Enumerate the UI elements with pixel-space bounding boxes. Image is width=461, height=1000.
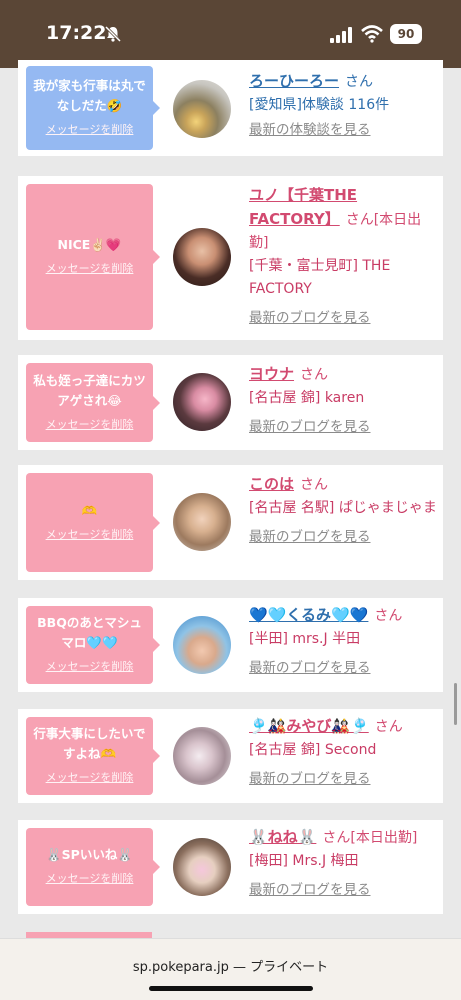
view-latest-link[interactable]: 最新のブログを見る bbox=[249, 416, 437, 439]
bell-muted-icon bbox=[104, 25, 122, 43]
view-latest-link[interactable]: 最新のブログを見る bbox=[249, 768, 437, 791]
list-item: 🫶 メッセージを削除 このは さん [名古屋 名駅] ぱじゃまじゃま 最新のブログ… bbox=[18, 465, 443, 580]
user-name-link[interactable]: ヨウナ bbox=[249, 365, 294, 383]
location-text: [名古屋 錦] Second bbox=[249, 742, 377, 758]
location-text: [千葉・富士見町] THE FACTORY bbox=[249, 258, 391, 297]
honorific: さん bbox=[300, 367, 329, 383]
list-item: 行事大事にしたいですよね🫶 メッセージを削除 🎐🎎みやび🎎🎐 さん [名古屋 錦]… bbox=[18, 709, 443, 803]
location-text: [愛知県]体験談 116件 bbox=[249, 97, 390, 113]
view-latest-link[interactable]: 最新の体験談を見る bbox=[249, 119, 437, 142]
message-bubble: 我が家も行事は丸でなしだた🤣 メッセージを削除 bbox=[26, 66, 160, 150]
user-name-link[interactable]: ろーひーろー bbox=[249, 72, 339, 90]
cellular-signal-icon bbox=[330, 27, 352, 43]
list-item: 🐰SPいいね🐰 メッセージを削除 🐰ねね🐰 さん[本日出勤] [梅田] Mrs.J… bbox=[18, 820, 443, 914]
avatar[interactable] bbox=[173, 373, 231, 431]
avatar[interactable] bbox=[173, 616, 231, 674]
url-text: sp.pokepara.jp — プライベート bbox=[132, 960, 329, 975]
message-text: 🐰SPいいね🐰 bbox=[46, 847, 133, 862]
view-latest-link[interactable]: 最新のブログを見る bbox=[249, 879, 437, 902]
location-text: [梅田] Mrs.J 梅田 bbox=[249, 853, 359, 869]
status-time: 17:22 bbox=[46, 22, 107, 44]
avatar[interactable] bbox=[173, 228, 231, 286]
location-text: [名古屋 名駅] ぱじゃまじゃま bbox=[249, 500, 437, 516]
list-item: BBQのあとマシュマロ🩵🩵 メッセージを削除 💙🩵くるみ🩵💙 さん [半田] mr… bbox=[18, 598, 443, 692]
honorific: さん[本日出勤] bbox=[322, 830, 418, 846]
message-text: NICE✌🏻💗 bbox=[57, 237, 122, 252]
message-bubble: BBQのあとマシュマロ🩵🩵 メッセージを削除 bbox=[26, 606, 160, 684]
message-text: 我が家も行事は丸でなしだた🤣 bbox=[33, 78, 146, 113]
avatar[interactable] bbox=[173, 80, 231, 138]
list-item: 我が家も行事は丸でなしだた🤣 メッセージを削除 ろーひーろー さん [愛知県]体験… bbox=[18, 60, 443, 156]
message-text: 私も姪っ子達にカツアゲされ😂 bbox=[33, 372, 146, 408]
honorific: さん bbox=[374, 719, 403, 735]
delete-message-link[interactable]: メッセージを削除 bbox=[46, 415, 134, 435]
honorific: さん bbox=[300, 477, 329, 493]
avatar[interactable] bbox=[173, 727, 231, 785]
delete-message-link[interactable]: メッセージを削除 bbox=[46, 768, 134, 788]
user-name-link[interactable]: 🎐🎎みやび🎎🎐 bbox=[249, 717, 369, 735]
avatar[interactable] bbox=[173, 838, 231, 896]
view-latest-link[interactable]: 最新のブログを見る bbox=[249, 526, 437, 549]
user-name-link[interactable]: 💙🩵くるみ🩵💙 bbox=[249, 606, 368, 624]
view-latest-link[interactable]: 最新のブログを見る bbox=[249, 657, 437, 680]
message-bubble: NICE✌🏻💗 メッセージを削除 bbox=[26, 184, 160, 330]
message-text: 🫶 bbox=[81, 502, 98, 518]
message-bubble: 🐰SPいいね🐰 メッセージを削除 bbox=[26, 828, 160, 906]
delete-message-link[interactable]: メッセージを削除 bbox=[46, 259, 134, 279]
view-latest-link[interactable]: 最新のブログを見る bbox=[249, 307, 437, 330]
battery-indicator: 90 bbox=[390, 24, 422, 44]
user-name-link[interactable]: 🐰ねね🐰 bbox=[249, 828, 316, 846]
avatar[interactable] bbox=[173, 493, 231, 551]
list-item: NICE✌🏻💗 メッセージを削除 ユノ【千葉THE FACTORY】 さん[本日出… bbox=[18, 176, 443, 340]
honorific: さん bbox=[345, 74, 374, 90]
home-indicator[interactable] bbox=[149, 986, 313, 991]
location-text: [半田] mrs.J 半田 bbox=[249, 631, 361, 647]
delete-message-link[interactable]: メッセージを削除 bbox=[46, 120, 134, 140]
message-text: 行事大事にしたいですよね🫶 bbox=[33, 726, 146, 761]
honorific: さん bbox=[374, 608, 403, 624]
message-bubble: 🫶 メッセージを削除 bbox=[26, 473, 160, 572]
status-bar: 17:22 90 bbox=[0, 0, 461, 68]
delete-message-link[interactable]: メッセージを削除 bbox=[46, 525, 134, 545]
user-name-link[interactable]: ユノ【千葉THE FACTORY】 bbox=[249, 186, 357, 228]
delete-message-link[interactable]: メッセージを削除 bbox=[46, 869, 134, 889]
message-bubble: 行事大事にしたいですよね🫶 メッセージを削除 bbox=[26, 717, 160, 795]
wifi-icon bbox=[361, 25, 383, 43]
delete-message-link[interactable]: メッセージを削除 bbox=[46, 657, 134, 677]
location-text: [名古屋 錦] karen bbox=[249, 390, 365, 406]
user-name-link[interactable]: このは bbox=[249, 475, 294, 493]
message-bubble: 私も姪っ子達にカツアゲされ😂 メッセージを削除 bbox=[26, 363, 160, 442]
message-text: BBQのあとマシュマロ🩵🩵 bbox=[37, 615, 142, 650]
list-item: 私も姪っ子達にカツアゲされ😂 メッセージを削除 ヨウナ さん [名古屋 錦] ka… bbox=[18, 355, 443, 450]
scrollbar[interactable] bbox=[454, 683, 457, 725]
